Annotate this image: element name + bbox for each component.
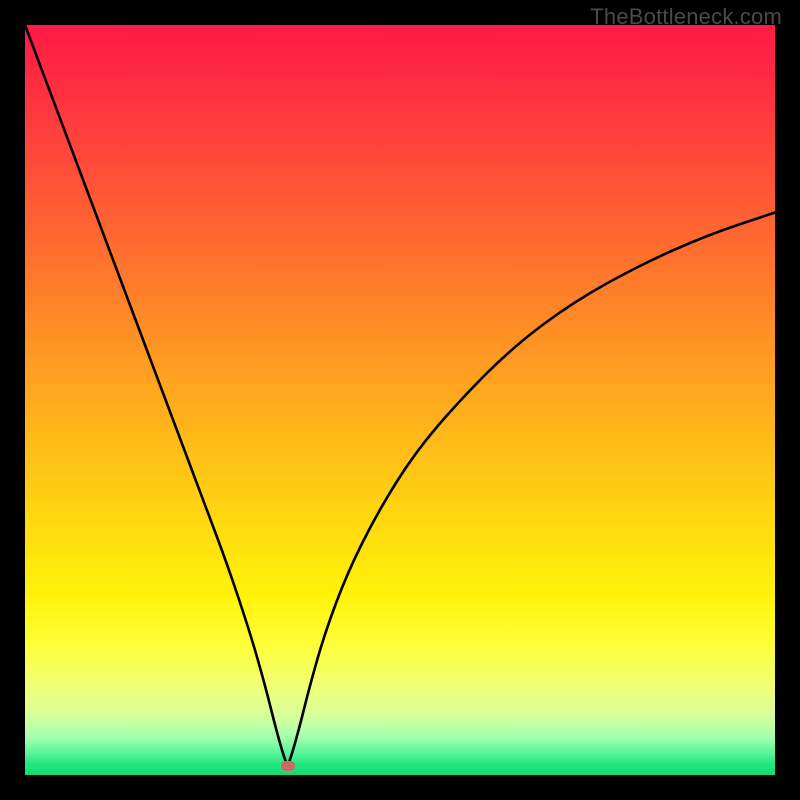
watermark-text: TheBottleneck.com (590, 4, 782, 30)
plot-area (25, 25, 775, 775)
bottleneck-curve (25, 25, 775, 775)
chart-stage: TheBottleneck.com (0, 0, 800, 800)
curve-path (25, 25, 775, 764)
optimum-marker (281, 761, 295, 771)
